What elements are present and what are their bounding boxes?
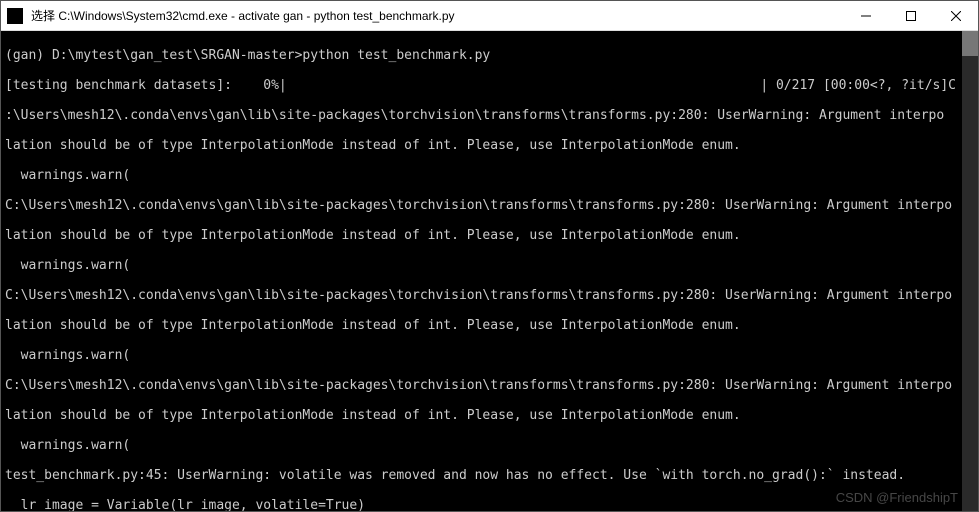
titlebar[interactable]: 选择 C:\Windows\System32\cmd.exe - activat…	[1, 1, 978, 31]
warning-line: C:\Users\mesh12\.conda\envs\gan\lib\site…	[5, 378, 974, 393]
scrollbar[interactable]	[962, 31, 978, 511]
warning-line: lation should be of type InterpolationMo…	[5, 318, 974, 333]
terminal-output[interactable]: (gan) D:\mytest\gan_test\SRGAN-master>py…	[1, 31, 978, 511]
warning-line: warnings.warn(	[5, 258, 974, 273]
warning-line: C:\Users\mesh12\.conda\envs\gan\lib\site…	[5, 198, 974, 213]
warning-line: C:\Users\mesh12\.conda\envs\gan\lib\site…	[5, 288, 974, 303]
warning-line: warnings.warn(	[5, 438, 974, 453]
prompt-line: (gan) D:\mytest\gan_test\SRGAN-master>py…	[5, 48, 974, 63]
warning-line: test_benchmark.py:45: UserWarning: volat…	[5, 468, 974, 483]
window-controls	[843, 1, 978, 31]
close-button[interactable]	[933, 1, 978, 31]
warning-line: lation should be of type InterpolationMo…	[5, 408, 974, 423]
warning-line: warnings.warn(	[5, 348, 974, 363]
window-title: 选择 C:\Windows\System32\cmd.exe - activat…	[29, 7, 843, 24]
scrollbar-thumb[interactable]	[962, 31, 978, 56]
cmd-icon	[7, 8, 23, 24]
window: 选择 C:\Windows\System32\cmd.exe - activat…	[0, 0, 979, 512]
warning-line: :\Users\mesh12\.conda\envs\gan\lib\site-…	[5, 108, 974, 123]
progress-line: [testing benchmark datasets]: 0%|| 0/217…	[5, 78, 974, 93]
warning-line: lation should be of type InterpolationMo…	[5, 138, 974, 153]
warning-line: warnings.warn(	[5, 168, 974, 183]
warning-line: lr_image = Variable(lr_image, volatile=T…	[5, 498, 974, 511]
maximize-button[interactable]	[888, 1, 933, 31]
warning-line: lation should be of type InterpolationMo…	[5, 228, 974, 243]
minimize-button[interactable]	[843, 1, 888, 31]
